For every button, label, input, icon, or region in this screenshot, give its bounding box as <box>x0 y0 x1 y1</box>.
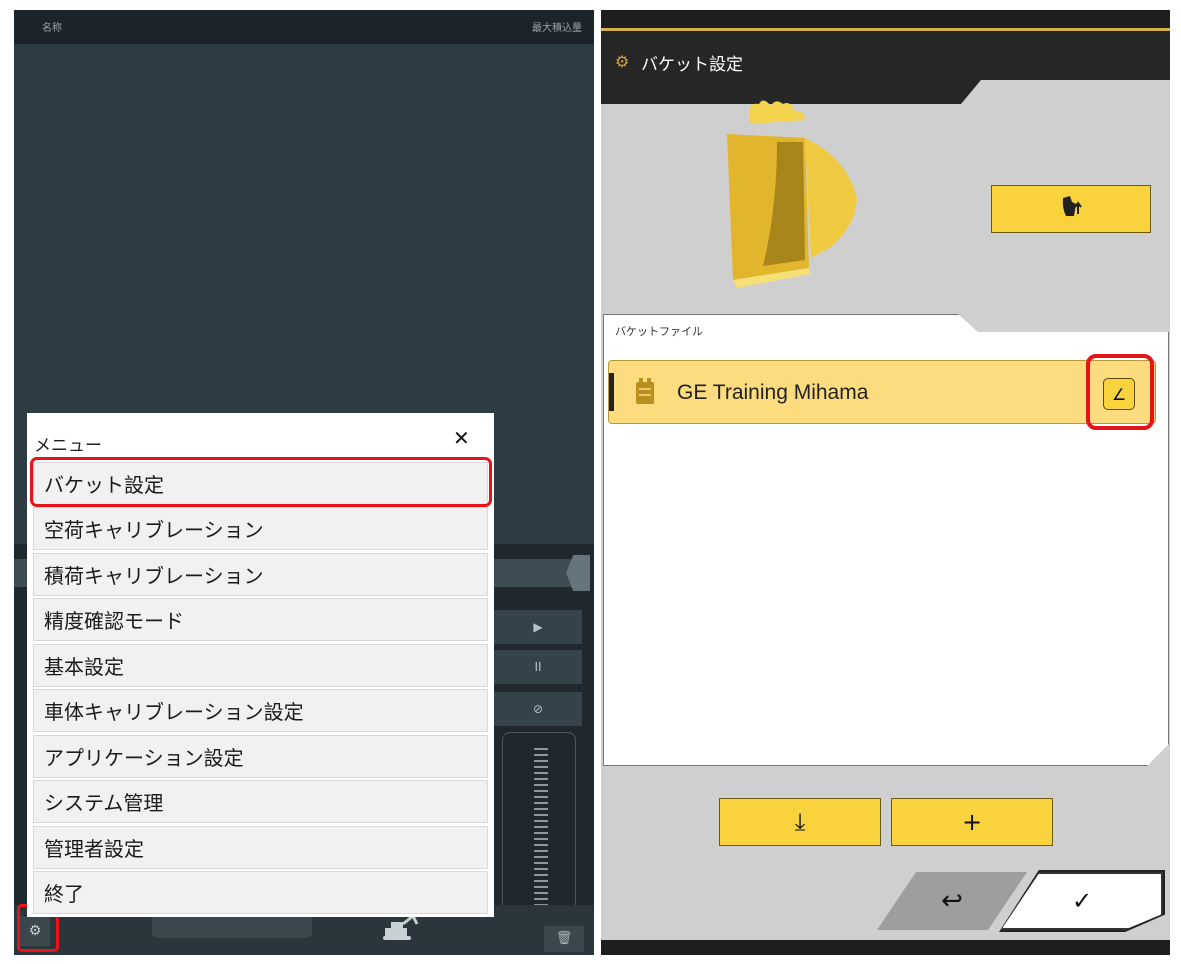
max-load-column-label: 最大積込量 <box>532 23 582 34</box>
plus-icon: + <box>961 808 983 836</box>
menu-item-load-calibration[interactable]: 積荷キャリブレーション <box>33 553 488 596</box>
menu-item-system-management[interactable]: システム管理 <box>33 780 488 823</box>
bucket-settings-highlight <box>30 457 492 507</box>
menu-item-basic-settings[interactable]: 基本設定 <box>33 644 488 687</box>
bucket-rotate-icon <box>1060 194 1082 224</box>
menu-item-body-calibration[interactable]: 車体キャリブレーション設定 <box>33 689 488 732</box>
menu-item-app-settings[interactable]: アプリケーション設定 <box>33 735 488 778</box>
load-gauge-scale <box>534 748 548 908</box>
add-button[interactable]: + <box>891 798 1053 846</box>
list-header: 名称 最大積込量 <box>14 10 594 44</box>
play-button[interactable]: ▶ <box>494 610 582 644</box>
trash-button[interactable]: 🗑 <box>544 926 584 952</box>
bucket-file-section-label: バケットファイル <box>615 325 703 338</box>
excavator-icon <box>376 912 422 952</box>
selection-indicator <box>609 373 614 411</box>
download-icon: ⤓ <box>794 808 806 836</box>
download-button[interactable]: ⤓ <box>719 798 881 846</box>
close-icon[interactable]: ✕ <box>453 426 470 450</box>
bucket-settings-screen: ⚙ バケット設定 バケットファイル GE Training Mihama ∠ ⤓… <box>601 10 1170 955</box>
pause-button[interactable]: II <box>494 650 582 684</box>
check-icon: ✓ <box>1071 887 1093 915</box>
gear-icon: ⚙ <box>615 52 630 71</box>
menu-item-accuracy-check[interactable]: 精度確認モード <box>33 598 488 641</box>
menu-title: メニュー <box>34 436 102 456</box>
main-screen: 名称 最大積込量 ▶ II ⊘ 🗑 ⚙ メニュー ✕ バケット設定 空荷キャリブ… <box>14 10 594 955</box>
rotate-bucket-button[interactable] <box>991 185 1151 233</box>
bucket-image <box>719 98 869 297</box>
menu-dialog: メニュー ✕ バケット設定 空荷キャリブレーション 積荷キャリブレーション 精度… <box>27 413 494 917</box>
name-column-label: 名称 <box>42 23 62 34</box>
bucket-file-item[interactable]: GE Training Mihama ∠ <box>608 360 1156 424</box>
back-arrow-icon: ↩ <box>941 886 963 916</box>
bucket-file-name: GE Training Mihama <box>677 381 869 404</box>
trash-icon: 🗑 <box>555 931 573 946</box>
page-title: バケット設定 <box>641 55 743 75</box>
edit-button-highlight <box>1086 354 1154 430</box>
link-button[interactable]: ⊘ <box>494 692 582 726</box>
menu-item-empty-calibration[interactable]: 空荷キャリブレーション <box>33 507 488 550</box>
top-accent-line <box>601 28 1170 31</box>
bucket-file-icon <box>635 377 655 409</box>
menu-item-admin-settings[interactable]: 管理者設定 <box>33 826 488 869</box>
menu-item-exit[interactable]: 終了 <box>33 871 488 914</box>
